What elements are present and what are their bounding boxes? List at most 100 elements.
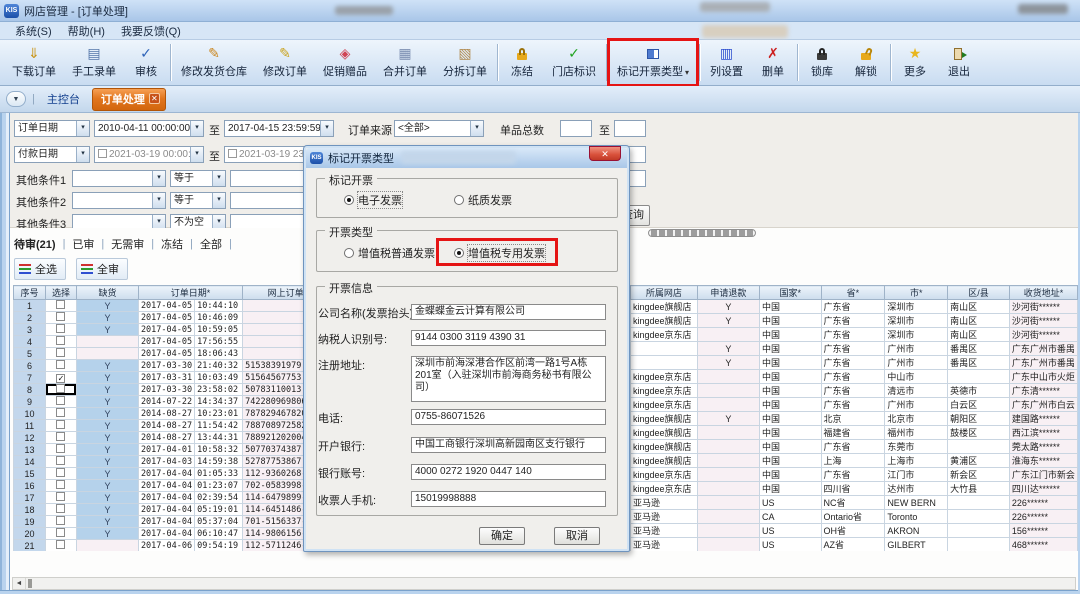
- row-select-cell[interactable]: [45, 300, 76, 312]
- row-select-cell[interactable]: [45, 444, 76, 456]
- field-input[interactable]: 0755-86071526: [411, 409, 606, 425]
- filter-field-combo-1[interactable]: 订单日期▾: [14, 120, 90, 137]
- row-checkbox[interactable]: [56, 468, 65, 477]
- column-header[interactable]: 收货地址*: [1009, 286, 1077, 300]
- row-select-cell[interactable]: [45, 492, 76, 504]
- chevron-down-icon[interactable]: ▾: [76, 121, 89, 136]
- column-header[interactable]: 缺货: [76, 286, 138, 300]
- column-header[interactable]: 申请退款: [697, 286, 759, 300]
- radio-增值税普通发票[interactable]: 增值税普通发票: [344, 245, 435, 261]
- row-checkbox[interactable]: [56, 300, 65, 309]
- field-input[interactable]: 深圳市前海深港合作区前湾一路1号A栋201室（入驻深圳市前海商务秘书有限公司）: [411, 356, 606, 402]
- field-input[interactable]: 15019998888: [411, 491, 606, 507]
- table-row[interactable]: kingdee旗舰店中国广东省东莞市莞太路******: [631, 440, 1078, 454]
- other-condition-op-combo[interactable]: 等于▾: [170, 192, 226, 209]
- chevron-down-icon[interactable]: ▾: [470, 121, 483, 136]
- dialog-close-button[interactable]: ✕: [589, 146, 621, 161]
- order-source-combo[interactable]: <全部>▾: [394, 120, 484, 137]
- row-checkbox[interactable]: [56, 480, 65, 489]
- row-select-cell[interactable]: [45, 408, 76, 420]
- toolbar-button[interactable]: ⇓下载订单: [4, 40, 64, 85]
- chevron-down-icon[interactable]: ▾: [212, 193, 225, 208]
- toolbar-button[interactable]: ◈促销赠品: [315, 40, 375, 85]
- row-select-cell[interactable]: [45, 456, 76, 468]
- other-condition-op-combo[interactable]: 等于▾: [170, 170, 226, 187]
- row-select-cell[interactable]: [45, 432, 76, 444]
- table-row[interactable]: 亚马逊USAZ省GILBERT468******: [631, 538, 1078, 552]
- chevron-down-icon[interactable]: ▾: [76, 147, 89, 162]
- toolbar-button[interactable]: 退出: [937, 40, 981, 85]
- table-row[interactable]: kingdee京东店中国广东省清远市英德市广东清******: [631, 384, 1078, 398]
- table-row[interactable]: 亚马逊USOH省AKRON156******: [631, 524, 1078, 538]
- field-input[interactable]: 金蝶蝶金云计算有限公司: [411, 304, 606, 320]
- order-tab[interactable]: 冻结: [161, 236, 183, 252]
- row-checkbox[interactable]: [56, 444, 65, 453]
- column-header[interactable]: 国家*: [759, 286, 821, 300]
- table-row[interactable]: kingdee旗舰店Y中国广东省深圳市南山区沙河街******: [631, 300, 1078, 314]
- dialog-title-bar[interactable]: KIS 标记开票类型: [306, 148, 627, 168]
- table-row[interactable]: kingdee京东店中国广东省江门市新会区广东江门市新会: [631, 468, 1078, 482]
- table-row[interactable]: Y中国广东省广州市番禺区广东广州市番禺: [631, 356, 1078, 370]
- other-condition-value-input[interactable]: [230, 170, 306, 187]
- chevron-down-icon[interactable]: ▾: [190, 147, 203, 162]
- row-select-cell[interactable]: [45, 528, 76, 540]
- row-select-cell[interactable]: [45, 384, 76, 396]
- menu-item[interactable]: 我要反馈(Q): [114, 22, 188, 40]
- table-row[interactable]: kingdee京东店中国广东省深圳市南山区沙河街******: [631, 328, 1078, 342]
- chevron-down-icon[interactable]: ▾: [685, 68, 689, 77]
- row-checkbox[interactable]: [56, 348, 65, 357]
- row-select-cell[interactable]: [45, 540, 76, 552]
- row-select-cell[interactable]: [45, 480, 76, 492]
- row-checkbox[interactable]: [56, 336, 65, 345]
- row-checkbox[interactable]: [56, 408, 65, 417]
- field-input[interactable]: 中国工商银行深圳高新园南区支行银行: [411, 437, 606, 453]
- checkbox-icon[interactable]: [98, 149, 107, 158]
- row-select-cell[interactable]: [45, 468, 76, 480]
- row-select-cell[interactable]: [45, 504, 76, 516]
- ok-button[interactable]: 确定: [479, 527, 525, 545]
- row-checkbox[interactable]: ✓: [56, 374, 65, 383]
- table-row[interactable]: Y中国广东省广州市番禺区广东广州市番禺: [631, 342, 1078, 356]
- checkbox-icon[interactable]: [228, 149, 237, 158]
- table-row[interactable]: 亚马逊USNC省NEW BERN226******: [631, 496, 1078, 510]
- table-row[interactable]: kingdee京东店中国广东省中山市广东中山市火炬: [631, 370, 1078, 384]
- row-select-cell[interactable]: [45, 420, 76, 432]
- table-row[interactable]: kingdee旗舰店Y中国广东省深圳市南山区沙河街******: [631, 314, 1078, 328]
- collapse-panel-button[interactable]: ▼: [6, 91, 26, 107]
- chevron-down-icon[interactable]: ▾: [320, 121, 333, 136]
- order-date-to-input[interactable]: 2017-04-15 23:59:59▾: [224, 120, 334, 137]
- column-header[interactable]: 选择: [45, 286, 76, 300]
- toolbar-button[interactable]: 标记开票类型▾: [609, 40, 697, 85]
- row-checkbox[interactable]: [56, 528, 65, 537]
- toolbar-button[interactable]: 冻结: [500, 40, 544, 85]
- column-header[interactable]: 所属网店: [631, 286, 698, 300]
- column-header[interactable]: 序号: [14, 286, 46, 300]
- table-row[interactable]: kingdee旗舰店中国福建省福州市鼓楼区西江滨******: [631, 426, 1078, 440]
- row-select-cell[interactable]: [45, 312, 76, 324]
- menu-item[interactable]: 系统(S): [8, 22, 59, 40]
- pay-date-from-input[interactable]: 2021-03-19 00:00:0▾: [94, 146, 204, 163]
- order-date-from-input[interactable]: 2010-04-11 00:00:00▾: [94, 120, 204, 137]
- column-header[interactable]: 市*: [885, 286, 948, 300]
- row-checkbox[interactable]: [56, 384, 65, 393]
- chevron-down-icon[interactable]: ▾: [152, 193, 165, 208]
- order-tab[interactable]: 无需审: [111, 236, 144, 252]
- tab-order-processing[interactable]: 订单处理 ✕: [92, 88, 166, 111]
- toolbar-button[interactable]: ✓门店标识: [544, 40, 604, 85]
- radio-纸质发票[interactable]: 纸质发票: [454, 192, 512, 208]
- row-checkbox[interactable]: [56, 504, 65, 513]
- order-tab[interactable]: 待审(21): [14, 236, 56, 252]
- row-select-cell[interactable]: [45, 360, 76, 372]
- toolbar-button[interactable]: ▧分拆订单: [435, 40, 495, 85]
- table-row[interactable]: kingdee京东店中国四川省达州市大竹县四川达******: [631, 482, 1078, 496]
- order-tab[interactable]: 全部: [200, 236, 222, 252]
- toolbar-button[interactable]: 锁库: [800, 40, 844, 85]
- other-condition-field-combo[interactable]: ▾: [72, 170, 166, 187]
- other-condition-value-input[interactable]: [230, 192, 306, 209]
- field-input[interactable]: 4000 0272 1920 0447 140: [411, 464, 606, 480]
- table-row[interactable]: kingdee旗舰店Y中国北京北京市朝阳区建国路******: [631, 412, 1078, 426]
- row-select-cell[interactable]: [45, 516, 76, 528]
- toolbar-button[interactable]: ▤手工录单: [64, 40, 124, 85]
- tab-main-console[interactable]: 主控台: [41, 89, 86, 109]
- row-checkbox[interactable]: [56, 456, 65, 465]
